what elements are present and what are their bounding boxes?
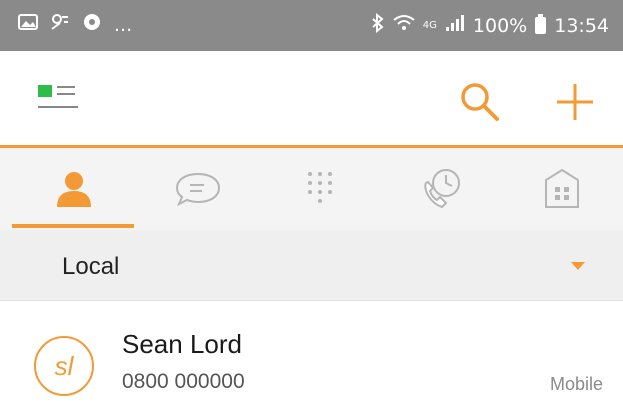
tab-messages[interactable] (136, 148, 260, 230)
contact-number-type: Mobile (549, 374, 603, 394)
app-notification-icon (82, 12, 102, 37)
status-bar-right: 4G 100% 13:54 (371, 12, 609, 38)
app-bar (0, 51, 623, 145)
tab-call-history[interactable] (380, 148, 504, 230)
search-icon[interactable] (458, 80, 502, 124)
company-directory-icon (545, 168, 579, 208)
signal-icon (445, 14, 465, 37)
gallery-icon (18, 13, 38, 36)
active-tab-indicator (12, 224, 134, 228)
clock: 13:54 (554, 14, 609, 37)
list-item[interactable] (0, 301, 623, 416)
tab-company-directory[interactable] (500, 148, 623, 230)
contact-source-label: Local (62, 253, 120, 280)
tab-contacts[interactable] (12, 148, 136, 230)
tab-dialpad[interactable] (258, 148, 382, 230)
contacts-icon (57, 172, 91, 207)
menu-icon[interactable] (38, 82, 80, 116)
more-notifications-text: ... (114, 13, 133, 36)
notification-icon (50, 13, 70, 36)
status-bar: ... 4G 100% 13:54 (0, 0, 623, 51)
plus-icon (557, 84, 593, 120)
wifi-icon (393, 14, 415, 37)
tab-bar (0, 148, 623, 230)
add-contact-button[interactable] (553, 80, 597, 124)
chevron-down-icon[interactable] (571, 262, 585, 270)
contact-number: 0800 000000 (122, 370, 245, 393)
network-type-label: 4G (422, 20, 437, 31)
battery-percent: 100% (472, 14, 528, 37)
avatar: sl (34, 336, 94, 396)
messages-icon (175, 172, 221, 207)
battery-icon (535, 14, 547, 34)
dialpad-icon (308, 172, 332, 203)
status-bar-left: ... (18, 12, 132, 37)
contact-name: Sean Lord (122, 329, 242, 359)
call-history-icon (424, 169, 460, 209)
bluetooth-icon (371, 12, 385, 38)
